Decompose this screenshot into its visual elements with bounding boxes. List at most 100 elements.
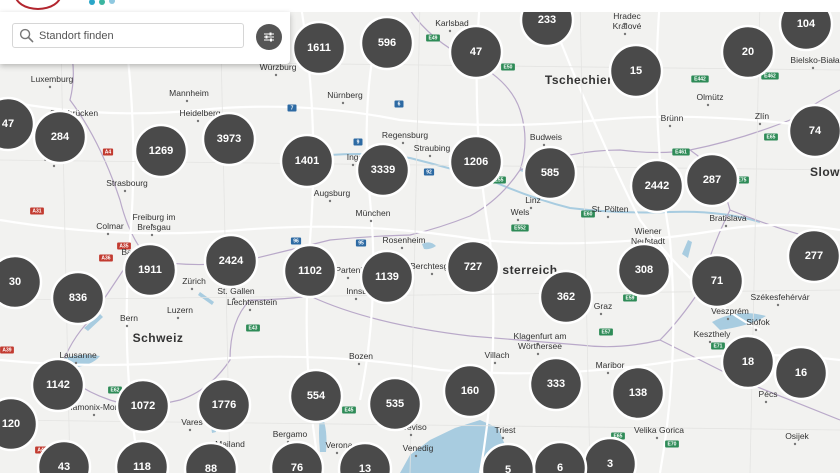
location-cluster[interactable]: 2442 xyxy=(629,158,685,214)
svg-text:Králové: Králové xyxy=(613,21,642,31)
cluster-count: 3 xyxy=(607,458,613,470)
filter-button[interactable] xyxy=(256,24,282,50)
location-cluster[interactable]: 287 xyxy=(684,152,740,208)
location-cluster[interactable]: 554 xyxy=(288,368,344,424)
road-badge: E49 xyxy=(426,34,440,42)
road-badge: E57 xyxy=(599,328,613,336)
location-cluster[interactable]: 1269 xyxy=(133,123,189,179)
svg-text:St. Pölten: St. Pölten xyxy=(592,204,629,214)
filter-icon xyxy=(264,32,274,42)
svg-text:E45: E45 xyxy=(345,407,354,413)
country-label: sterreich xyxy=(502,263,557,277)
location-cluster[interactable]: 1401 xyxy=(279,133,335,189)
svg-text:Pécs: Pécs xyxy=(759,389,778,399)
cluster-count: 362 xyxy=(557,291,575,303)
svg-text:9: 9 xyxy=(357,139,360,145)
road-badge: 7 xyxy=(287,104,297,112)
svg-text:A39: A39 xyxy=(2,347,11,353)
svg-text:Keszthely: Keszthely xyxy=(694,329,732,339)
location-cluster[interactable]: 284 xyxy=(32,109,88,165)
cluster-count: 333 xyxy=(547,378,565,390)
location-cluster[interactable]: 20 xyxy=(720,24,776,80)
location-cluster[interactable]: 585 xyxy=(522,145,578,201)
search-input[interactable] xyxy=(39,26,239,45)
svg-text:Bielsko-Biała: Bielsko-Biała xyxy=(790,55,839,65)
svg-text:A31: A31 xyxy=(32,208,41,214)
cluster-count: 74 xyxy=(809,125,822,137)
location-cluster[interactable]: 362 xyxy=(538,269,594,325)
location-cluster[interactable]: 1776 xyxy=(196,377,252,433)
location-cluster[interactable]: 16 xyxy=(773,345,829,401)
svg-text:E57: E57 xyxy=(602,329,611,335)
location-cluster[interactable]: 15 xyxy=(608,43,664,99)
location-cluster[interactable]: 18 xyxy=(720,334,776,390)
location-cluster[interactable]: 1611 xyxy=(291,20,347,76)
location-cluster[interactable]: 74 xyxy=(787,103,840,159)
cluster-count: 1776 xyxy=(212,399,236,411)
road-badge: 96 xyxy=(290,237,302,245)
svg-text:Olmütz: Olmütz xyxy=(697,92,724,102)
svg-text:95: 95 xyxy=(358,240,364,246)
svg-text:Triest: Triest xyxy=(495,425,517,435)
search-field[interactable] xyxy=(12,23,244,48)
svg-text:92: 92 xyxy=(426,169,432,175)
location-cluster[interactable]: 1911 xyxy=(122,242,178,298)
cluster-count: 836 xyxy=(69,292,87,304)
cluster-count: 71 xyxy=(711,275,723,287)
location-cluster[interactable]: 1206 xyxy=(448,134,504,190)
location-cluster[interactable]: 3973 xyxy=(201,111,257,167)
svg-text:Bratislava: Bratislava xyxy=(709,213,747,223)
location-cluster[interactable]: 277 xyxy=(786,228,840,284)
cluster-count: 554 xyxy=(307,390,326,402)
svg-text:Freiburg im: Freiburg im xyxy=(133,212,176,222)
country-label: Slow xyxy=(810,165,840,179)
location-cluster[interactable]: 1072 xyxy=(115,378,171,434)
cluster-count: 1206 xyxy=(464,156,488,168)
location-cluster[interactable]: 30 xyxy=(0,254,43,310)
svg-text:Strasbourg: Strasbourg xyxy=(106,178,148,188)
country-label: Tschechien xyxy=(545,73,615,87)
svg-text:Wels: Wels xyxy=(511,207,530,217)
road-badge: 92 xyxy=(423,168,435,176)
location-cluster[interactable]: 727 xyxy=(445,239,501,295)
svg-text:Breisgau: Breisgau xyxy=(137,222,171,232)
location-cluster[interactable]: 596 xyxy=(359,15,415,71)
cluster-count: 1269 xyxy=(149,145,173,157)
svg-text:Bozen: Bozen xyxy=(349,351,373,361)
cluster-count: 18 xyxy=(742,356,754,368)
location-cluster[interactable]: 308 xyxy=(616,242,672,298)
svg-text:Siófok: Siófok xyxy=(746,317,770,327)
cluster-count: 3973 xyxy=(217,133,241,145)
location-cluster[interactable]: 138 xyxy=(610,365,666,421)
svg-text:E462: E462 xyxy=(764,73,776,79)
location-cluster[interactable]: 535 xyxy=(367,376,423,432)
svg-text:E65: E65 xyxy=(767,134,776,140)
brand-bar xyxy=(0,0,840,12)
location-cluster[interactable]: 1142 xyxy=(30,357,86,413)
location-cluster[interactable]: 160 xyxy=(442,363,498,419)
road-badge: E552 xyxy=(511,224,529,232)
cluster-count: 727 xyxy=(464,261,482,273)
location-cluster[interactable]: 47 xyxy=(448,24,504,80)
cluster-count: 15 xyxy=(630,65,642,77)
location-cluster[interactable]: 836 xyxy=(50,270,106,326)
svg-text:Velika Gorica: Velika Gorica xyxy=(634,425,684,435)
location-cluster[interactable]: 1102 xyxy=(282,243,338,299)
svg-text:Graz: Graz xyxy=(594,301,612,311)
svg-text:E71: E71 xyxy=(714,343,723,349)
road-badge: 95 xyxy=(355,239,367,247)
road-badge: 9 xyxy=(353,138,363,146)
location-cluster[interactable]: 3339 xyxy=(355,142,411,198)
svg-text:Regensburg: Regensburg xyxy=(382,130,429,140)
cluster-count: 596 xyxy=(378,37,396,49)
cluster-count: 3339 xyxy=(371,164,395,176)
svg-text:96: 96 xyxy=(293,238,299,244)
location-cluster[interactable]: 2424 xyxy=(203,233,259,289)
svg-text:7: 7 xyxy=(291,105,294,111)
svg-text:Mannheim: Mannheim xyxy=(169,88,209,98)
country-label: Schweiz xyxy=(133,331,184,345)
location-cluster[interactable]: 1139 xyxy=(359,249,415,305)
location-cluster[interactable]: 333 xyxy=(528,356,584,412)
location-cluster[interactable]: 71 xyxy=(689,253,745,309)
map-canvas[interactable]: E49E50E442 E46276992A4E55E461E65E75A31 E60… xyxy=(0,0,840,473)
